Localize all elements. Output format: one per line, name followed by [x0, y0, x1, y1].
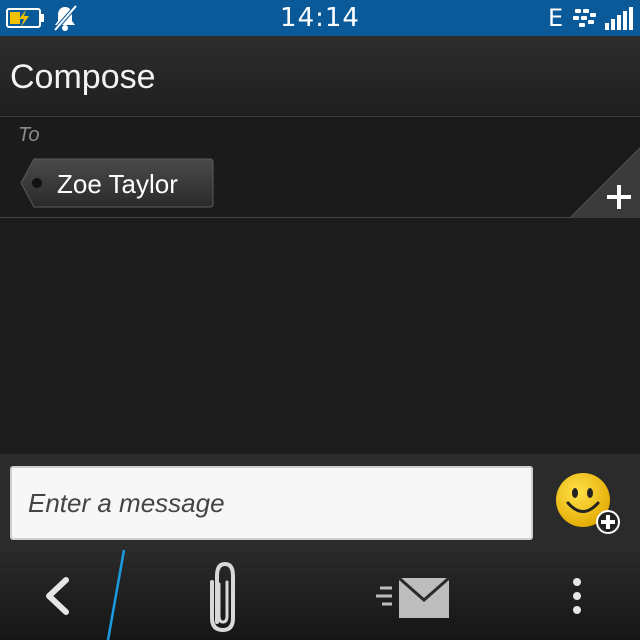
network-type-label: E [548, 4, 564, 32]
signal-strength-icon [605, 7, 633, 30]
send-icon [376, 576, 450, 618]
message-input-row [0, 454, 640, 550]
attach-button[interactable] [190, 558, 260, 638]
send-button[interactable] [372, 564, 462, 628]
status-bar: 14:14 E [0, 0, 640, 36]
to-label: To [18, 124, 40, 146]
action-bar [0, 550, 640, 640]
bbm-icon [573, 9, 596, 27]
back-button[interactable] [0, 550, 110, 640]
smiley-add-icon [556, 473, 620, 534]
overflow-menu-icon [573, 578, 581, 614]
compose-screen: 14:14 E Compose To Zoe Taylor Enter a me… [0, 0, 640, 640]
back-icon [46, 577, 69, 615]
recipient-name: Zoe Taylor [57, 169, 178, 199]
recipient-area[interactable]: To Zoe Taylor [0, 118, 640, 219]
back-divider-accent [106, 550, 126, 640]
message-input[interactable] [10, 466, 533, 540]
attachment-icon [210, 561, 235, 633]
page-title: Compose [10, 58, 156, 96]
add-recipient-button[interactable] [569, 147, 640, 219]
overflow-menu-button[interactable] [555, 564, 599, 628]
emoticon-button[interactable] [554, 472, 624, 542]
recipient-chip[interactable]: Zoe Taylor [20, 158, 214, 208]
title-bar: Compose [0, 36, 640, 117]
status-time: 14:14 [280, 3, 360, 33]
message-body-area [0, 219, 640, 454]
plus-icon [569, 147, 640, 219]
